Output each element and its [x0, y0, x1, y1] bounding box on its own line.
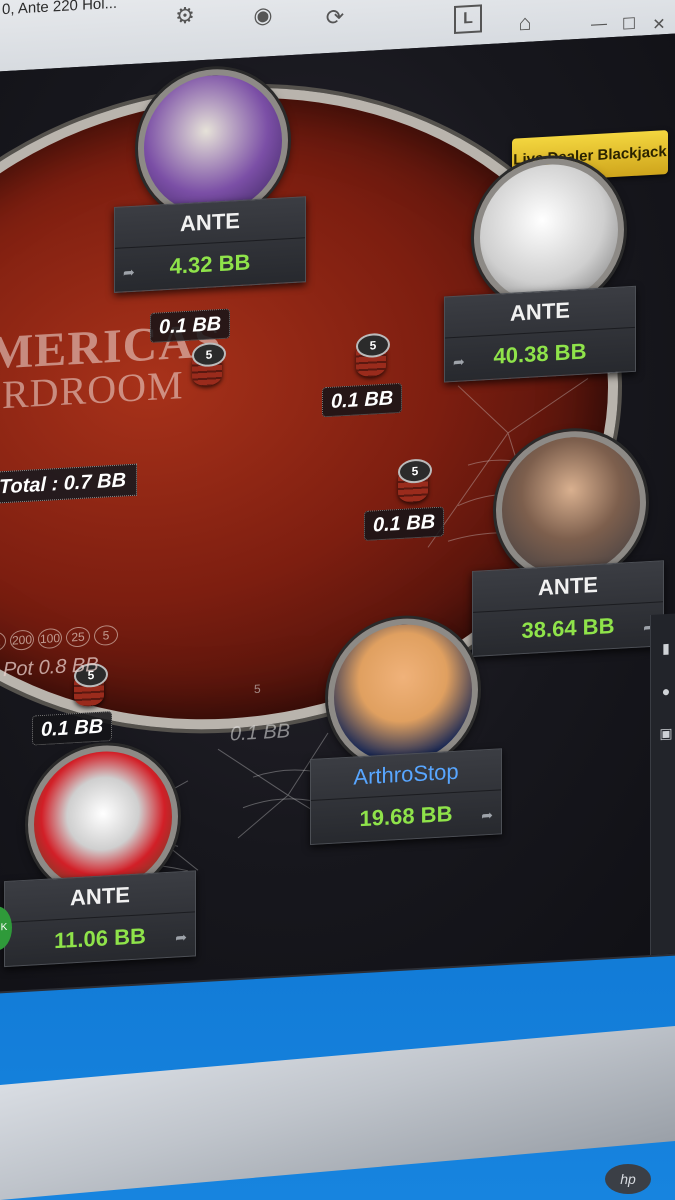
pot-chip: 1k — [0, 630, 6, 653]
chip-stack-icon: 5 — [398, 458, 432, 504]
pot-chip: 25 — [66, 626, 90, 648]
player-plate: ANTE 40.38 BB ➦ — [444, 285, 636, 383]
poker-table-window: 0, Ante 220 Hol... ⚙ ◉ ⟳ L ⌂ — ☐ ✕ MERIC… — [0, 0, 675, 993]
chip-label: 5 — [356, 332, 390, 359]
ghost-bet-label: 0.1 BB — [230, 720, 291, 746]
bet-amount: 0.1 BB — [322, 382, 403, 418]
gear-icon[interactable]: ⚙ — [168, 0, 202, 34]
stats-icon[interactable]: ▮ — [651, 639, 675, 658]
home-icon[interactable]: ⌂ — [508, 5, 542, 41]
share-icon[interactable]: ➦ — [123, 264, 135, 282]
player-plate: ANTE 11.06 BB ➦ — [4, 870, 196, 968]
bet-amount: 0.1 BB — [32, 711, 113, 746]
lobby-button[interactable]: L — [454, 4, 482, 34]
chip-stack-icon: 5 — [192, 341, 226, 387]
chip-label: 5 — [192, 341, 226, 368]
side-tools-panel: ▮ ● ▣ — [650, 613, 675, 955]
replay-icon[interactable]: ⟳ — [318, 0, 352, 36]
pot-chip: 200 — [10, 629, 34, 651]
player-plate: ANTE 4.32 BB ➦ — [114, 196, 306, 293]
notes-icon[interactable]: ▣ — [651, 724, 675, 743]
eye-icon[interactable]: ◉ — [246, 0, 280, 34]
chip-label: 5 — [398, 458, 432, 485]
player-plate: ANTE 38.64 BB ➦ — [472, 560, 664, 657]
pot-chip: 5 — [94, 624, 118, 647]
pot-chip: 100 — [38, 627, 62, 650]
player-plate: ArthroStop 19.68 BB ➦ — [310, 748, 502, 845]
share-icon[interactable]: ➦ — [175, 929, 187, 947]
hp-logo-icon: hp — [605, 1164, 651, 1194]
bet-amount: 0.1 BB — [150, 308, 231, 343]
window-title: 0, Ante 220 Hol... — [2, 0, 118, 19]
bet-amount: 0.1 BB — [364, 506, 445, 541]
share-icon[interactable]: ➦ — [481, 807, 493, 825]
ghost-chip-label: 5 — [254, 681, 261, 697]
share-icon[interactable]: ➦ — [453, 353, 465, 371]
chip-stack-icon: 5 — [356, 332, 390, 378]
chat-icon[interactable]: ● — [651, 682, 675, 700]
